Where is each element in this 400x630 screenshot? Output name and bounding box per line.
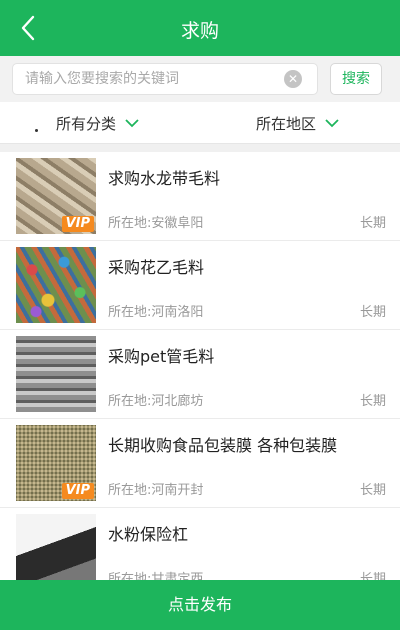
listing-item[interactable]: VIP 长期收购食品包装膜 各种包装膜 所在地:河南开封 长期 (0, 419, 400, 508)
region-filter[interactable]: 所在地区 (256, 113, 339, 134)
vip-badge: VIP (61, 216, 94, 232)
region-filter-label: 所在地区 (256, 115, 317, 133)
listing-term: 长期 (359, 394, 386, 409)
listing-thumbnail: VIP (16, 158, 96, 234)
category-filter-label: 所有分类 (56, 115, 117, 133)
top-bar: 求购 (0, 0, 400, 56)
listing-thumbnail (16, 247, 96, 323)
vip-badge: VIP (61, 483, 94, 499)
category-filter[interactable]: 所有分类 (56, 113, 139, 134)
section-divider (0, 144, 400, 152)
listing-title: 长期收购食品包装膜 各种包装膜 (108, 436, 338, 455)
search-input[interactable] (12, 63, 318, 95)
chevron-down-icon (325, 118, 339, 127)
page-title: 求购 (180, 20, 219, 42)
listing-item[interactable]: 采购花乙毛料 所在地:河南洛阳 长期 (0, 241, 400, 330)
listing-term: 长期 (359, 572, 386, 580)
listing-location: 所在地:河北廊坊 (108, 394, 204, 409)
listing-term: 长期 (359, 216, 386, 231)
listing-title: 求购水龙带毛料 (108, 169, 221, 188)
chevron-down-icon (125, 118, 139, 127)
listing-location: 所在地:甘肃定西 (108, 572, 204, 580)
listing-thumbnail (16, 336, 96, 412)
filter-dot (35, 129, 38, 132)
listing-location: 所在地:河南开封 (108, 483, 204, 498)
filter-bar: 所有分类 所在地区 (0, 102, 400, 144)
clear-icon[interactable]: ✕ (284, 70, 302, 88)
listing-title: 采购pet管毛料 (108, 347, 215, 366)
listing-thumbnail (16, 514, 96, 580)
publish-button[interactable]: 点击发布 (0, 580, 400, 630)
listing-item[interactable]: 水粉保险杠 所在地:甘肃定西 长期 (0, 508, 400, 580)
listing-thumbnail: VIP (16, 425, 96, 501)
listing-item[interactable]: VIP 求购水龙带毛料 所在地:安徽阜阳 长期 (0, 152, 400, 241)
listing-item[interactable]: 采购pet管毛料 所在地:河北廊坊 长期 (0, 330, 400, 419)
listing-term: 长期 (359, 483, 386, 498)
search-button[interactable]: 搜索 (330, 63, 382, 95)
search-bar: 搜索 (0, 56, 400, 102)
listing-title: 采购花乙毛料 (108, 258, 205, 277)
listing-list: VIP 求购水龙带毛料 所在地:安徽阜阳 长期 采购花乙毛料 所在地:河南洛阳 … (0, 152, 400, 580)
listing-location: 所在地:河南洛阳 (108, 305, 204, 320)
listing-location: 所在地:安徽阜阳 (108, 216, 204, 231)
listing-term: 长期 (359, 305, 386, 320)
listing-title: 水粉保险杠 (108, 525, 189, 544)
